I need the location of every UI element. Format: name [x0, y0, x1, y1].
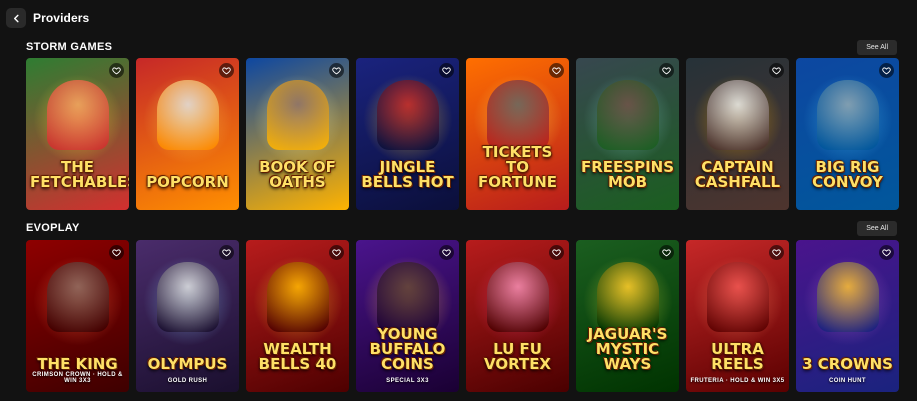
- game-title: Tickets to Fortune: [477, 143, 558, 191]
- game-character: [486, 262, 549, 332]
- game-title: Olympus: [147, 355, 228, 373]
- game-character: [816, 262, 879, 332]
- favorite-button[interactable]: [109, 63, 124, 78]
- see-all-button[interactable]: See All: [857, 221, 897, 236]
- game-title: Captain Cashfall: [694, 158, 781, 191]
- heart-icon: [442, 67, 451, 75]
- favorite-button[interactable]: [439, 245, 454, 260]
- game-title: Ultra Reels: [711, 340, 764, 373]
- game-tile[interactable]: Popcorn: [136, 58, 239, 210]
- favorite-button[interactable]: [549, 245, 564, 260]
- game-character: [266, 262, 329, 332]
- game-character: [706, 80, 769, 150]
- favorite-button[interactable]: [109, 245, 124, 260]
- game-subtitle: Special 3x3: [386, 378, 429, 384]
- heart-icon: [222, 67, 231, 75]
- game-tile[interactable]: Young Buffalo Coins Special 3x3: [356, 240, 459, 392]
- game-tile[interactable]: The Fetchables: [26, 58, 129, 210]
- favorite-button[interactable]: [879, 245, 894, 260]
- game-title: Big Rig Convoy: [812, 158, 883, 191]
- game-tile[interactable]: Big Rig Convoy: [796, 58, 899, 210]
- game-character: [376, 262, 439, 332]
- back-button[interactable]: [6, 8, 26, 28]
- game-title: Young Buffalo Coins: [369, 325, 446, 373]
- section-title: STORM GAMES: [26, 41, 113, 53]
- game-title: 3 Crowns: [802, 355, 893, 373]
- game-title: The Fetchables: [30, 158, 129, 191]
- game-title: Lu Fu Vortex: [483, 340, 552, 373]
- page-title: Providers: [33, 11, 90, 25]
- favorite-button[interactable]: [219, 245, 234, 260]
- heart-icon: [442, 249, 451, 257]
- heart-icon: [552, 67, 561, 75]
- heart-icon: [112, 67, 121, 75]
- heart-icon: [222, 249, 231, 257]
- game-character: [266, 80, 329, 150]
- heart-icon: [882, 67, 891, 75]
- game-character: [156, 262, 219, 332]
- section-header: EVOPLAY See All: [26, 221, 897, 237]
- page-header: Providers: [6, 8, 89, 28]
- game-character: [156, 80, 219, 150]
- game-title: Jaguar's Mystic Ways: [587, 325, 668, 373]
- game-title: Wealth Bells 40: [258, 340, 337, 373]
- favorite-button[interactable]: [329, 63, 344, 78]
- game-title: Freespins Mob: [580, 158, 675, 191]
- game-character: [816, 80, 879, 150]
- heart-icon: [662, 67, 671, 75]
- heart-icon: [332, 67, 341, 75]
- section-title: EVOPLAY: [26, 222, 80, 234]
- heart-icon: [332, 249, 341, 257]
- game-tile[interactable]: Lu Fu Vortex: [466, 240, 569, 392]
- favorite-button[interactable]: [769, 245, 784, 260]
- game-tile[interactable]: Tickets to Fortune: [466, 58, 569, 210]
- favorite-button[interactable]: [659, 245, 674, 260]
- game-character: [376, 80, 439, 150]
- favorite-button[interactable]: [439, 63, 454, 78]
- favorite-button[interactable]: [879, 63, 894, 78]
- game-title: Book of Oaths: [259, 158, 336, 191]
- heart-icon: [772, 67, 781, 75]
- game-subtitle: Coin Hunt: [829, 378, 866, 384]
- see-all-button[interactable]: See All: [857, 40, 897, 55]
- game-character: [46, 80, 109, 150]
- game-row: The Fetchables Popcorn Book of Oaths Jingle…: [26, 58, 899, 210]
- favorite-button[interactable]: [219, 63, 234, 78]
- favorite-button[interactable]: [549, 63, 564, 78]
- game-tile[interactable]: Wealth Bells 40: [246, 240, 349, 392]
- heart-icon: [772, 249, 781, 257]
- game-subtitle: Fruteria · Hold & Win 3x5: [690, 378, 785, 384]
- game-character: [486, 80, 549, 150]
- game-tile[interactable]: The King Crimson Crown · Hold & Win 3x3: [26, 240, 129, 392]
- heart-icon: [552, 249, 561, 257]
- game-tile[interactable]: Book of Oaths: [246, 58, 349, 210]
- game-tile[interactable]: Freespins Mob: [576, 58, 679, 210]
- game-title: Jingle Bells Hot: [361, 158, 454, 191]
- favorite-button[interactable]: [329, 245, 344, 260]
- game-subtitle: Crimson Crown · Hold & Win 3x3: [32, 372, 123, 384]
- game-tile[interactable]: Ultra Reels Fruteria · Hold & Win 3x5: [686, 240, 789, 392]
- game-character: [596, 262, 659, 332]
- game-tile[interactable]: Captain Cashfall: [686, 58, 789, 210]
- heart-icon: [112, 249, 121, 257]
- game-character: [596, 80, 659, 150]
- game-row: The King Crimson Crown · Hold & Win 3x3 Ol…: [26, 240, 899, 392]
- game-title: The King: [37, 355, 118, 373]
- chevron-left-icon: [13, 14, 19, 22]
- heart-icon: [882, 249, 891, 257]
- game-title: Popcorn: [146, 173, 229, 191]
- game-character: [46, 262, 109, 332]
- heart-icon: [662, 249, 671, 257]
- section-header: STORM GAMES See All: [26, 40, 897, 56]
- favorite-button[interactable]: [659, 63, 674, 78]
- game-tile[interactable]: Jaguar's Mystic Ways: [576, 240, 679, 392]
- game-tile[interactable]: Jingle Bells Hot: [356, 58, 459, 210]
- game-subtitle: Gold Rush: [167, 378, 208, 384]
- game-character: [706, 262, 769, 332]
- game-tile[interactable]: Olympus Gold Rush: [136, 240, 239, 392]
- favorite-button[interactable]: [769, 63, 784, 78]
- game-tile[interactable]: 3 Crowns Coin Hunt: [796, 240, 899, 392]
